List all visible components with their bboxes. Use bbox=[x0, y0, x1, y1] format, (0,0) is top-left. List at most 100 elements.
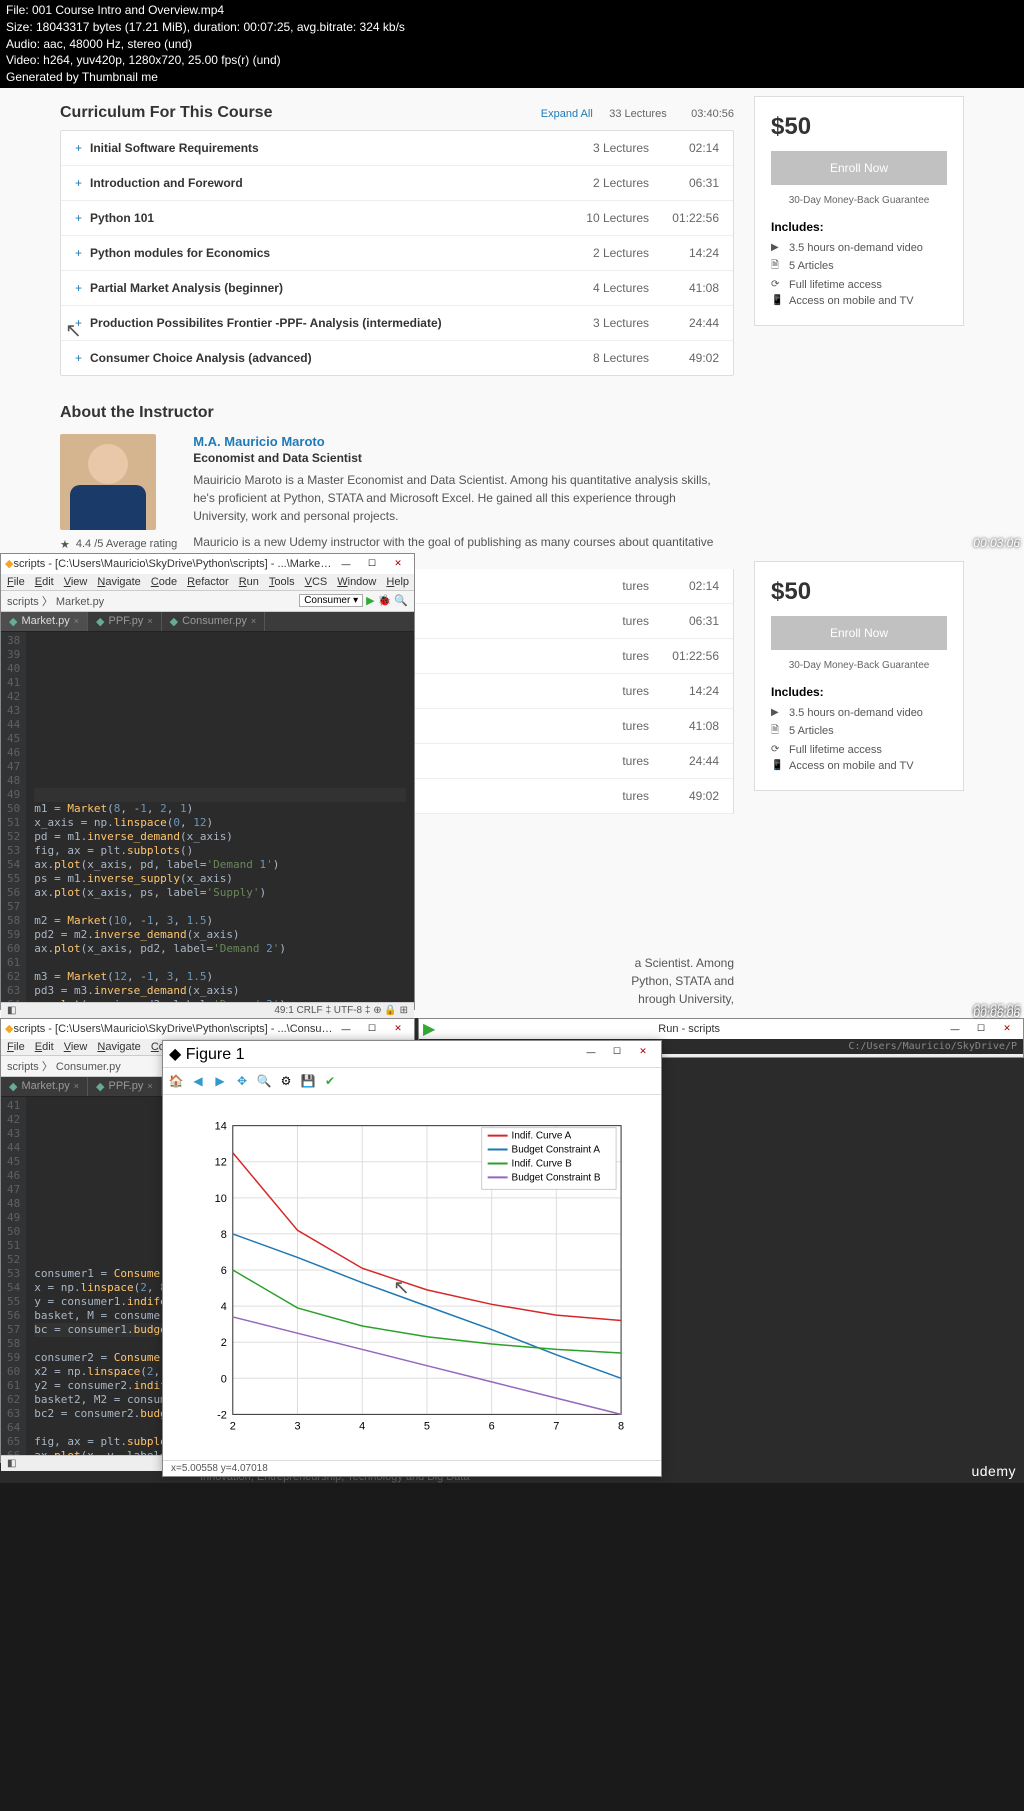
price-box: $50 Enroll Now 30-Day Money-Back Guarant… bbox=[754, 96, 964, 326]
svg-text:12: 12 bbox=[215, 1157, 227, 1169]
includes-heading: Includes: bbox=[771, 220, 947, 234]
include-icon: ⟳ bbox=[771, 744, 783, 755]
minimize-button[interactable]: — bbox=[334, 556, 358, 572]
maximize-button[interactable]: ☐ bbox=[969, 1021, 993, 1037]
instructor-bio-1: Mauiricio Maroto is a Master Economist a… bbox=[193, 471, 734, 525]
status-bar: ◧49:1 CRLF ‡ UTF-8 ‡ ⊕ 🔒 ⊞ bbox=[1, 1002, 414, 1018]
enroll-button[interactable]: Enroll Now bbox=[771, 151, 947, 185]
cursor-icon: ↖ bbox=[393, 1275, 410, 1300]
editor-tab[interactable]: ◆ Market.py × bbox=[1, 1077, 88, 1096]
editor-tab[interactable]: ◆ Consumer.py × bbox=[162, 612, 266, 631]
expand-icon[interactable]: + bbox=[75, 351, 82, 365]
expand-icon[interactable]: + bbox=[75, 246, 82, 260]
close-button[interactable]: ✕ bbox=[386, 556, 410, 572]
section-row[interactable]: + Introduction and Foreword 2 Lectures 0… bbox=[61, 166, 733, 201]
figure-coords: x=5.00558 y=4.07018 bbox=[163, 1460, 661, 1476]
menu-item[interactable]: Navigate bbox=[97, 576, 140, 588]
window-title: scripts - [C:\Users\Mauricio\SkyDrive\Py… bbox=[13, 558, 334, 570]
menu-item[interactable]: Window bbox=[337, 576, 376, 588]
close-tab-icon[interactable]: × bbox=[147, 616, 152, 626]
expand-icon[interactable]: + bbox=[75, 176, 82, 190]
expand-icon[interactable]: + bbox=[75, 281, 82, 295]
menu-item[interactable]: Run bbox=[239, 576, 259, 588]
close-tab-icon[interactable]: × bbox=[147, 1081, 152, 1091]
run-title: Run - scripts bbox=[658, 1023, 720, 1035]
svg-text:-2: -2 bbox=[217, 1409, 227, 1421]
run-icon[interactable]: ▶ bbox=[366, 594, 374, 607]
run-config-dropdown[interactable]: Consumer ▾ bbox=[299, 594, 363, 607]
include-icon: 🗎 bbox=[771, 723, 783, 740]
menu-item[interactable]: Refactor bbox=[187, 576, 229, 588]
svg-text:10: 10 bbox=[215, 1193, 227, 1205]
search-icon[interactable]: 🔍 bbox=[394, 594, 408, 607]
window-title: scripts - [C:\Users\Mauricio\SkyDrive\Py… bbox=[13, 1023, 334, 1035]
maximize-button[interactable]: ☐ bbox=[605, 1044, 629, 1060]
section-row[interactable]: + Partial Market Analysis (beginner) 4 L… bbox=[61, 271, 733, 306]
breadcrumb[interactable]: scripts 〉 Market.py bbox=[7, 593, 104, 609]
section-row[interactable]: + Python 101 10 Lectures 01:22:56 bbox=[61, 201, 733, 236]
close-tab-icon[interactable]: × bbox=[74, 1081, 79, 1091]
cursor-icon: ↖ bbox=[65, 318, 82, 343]
svg-text:8: 8 bbox=[618, 1420, 624, 1432]
configure-icon[interactable]: ⚙ bbox=[277, 1072, 295, 1090]
save-icon[interactable]: 💾 bbox=[299, 1072, 317, 1090]
menu-item[interactable]: File bbox=[7, 576, 25, 588]
video-timestamp: 00:06:06 bbox=[973, 1006, 1020, 1020]
svg-text:Budget Constraint B: Budget Constraint B bbox=[512, 1172, 601, 1183]
check-icon[interactable]: ✔ bbox=[321, 1072, 339, 1090]
back-icon[interactable]: ◀ bbox=[189, 1072, 207, 1090]
close-button[interactable]: ✕ bbox=[995, 1021, 1019, 1037]
menu-bar[interactable]: File Edit View Navigate Code Refactor Run Tools… bbox=[1, 574, 414, 590]
close-button[interactable]: ✕ bbox=[631, 1044, 655, 1060]
editor-tab[interactable]: ◆ PPF.py × bbox=[88, 612, 162, 631]
menu-item[interactable]: File bbox=[7, 1041, 25, 1053]
section-row[interactable]: + Initial Software Requirements 3 Lectur… bbox=[61, 131, 733, 166]
home-icon[interactable]: 🏠 bbox=[167, 1072, 185, 1090]
menu-item[interactable]: View bbox=[64, 576, 88, 588]
pan-icon[interactable]: ✥ bbox=[233, 1072, 251, 1090]
enroll-button[interactable]: Enroll Now bbox=[771, 616, 947, 650]
minimize-button[interactable]: — bbox=[334, 1021, 358, 1037]
include-icon: 📱 bbox=[771, 760, 783, 771]
forward-icon[interactable]: ▶ bbox=[211, 1072, 229, 1090]
debug-icon[interactable]: 🐞 bbox=[378, 594, 392, 607]
svg-text:3: 3 bbox=[294, 1420, 300, 1432]
matplotlib-figure-window[interactable]: ◆ Figure 1 — ☐ ✕ 🏠 ◀ ▶ ✥ 🔍 ⚙ 💾 ✔ 2345678… bbox=[162, 1040, 662, 1477]
expand-all-link[interactable]: Expand All bbox=[541, 108, 593, 120]
menu-item[interactable]: Edit bbox=[35, 1041, 54, 1053]
svg-text:4: 4 bbox=[359, 1420, 365, 1432]
menu-item[interactable]: Edit bbox=[35, 576, 54, 588]
section-row[interactable]: + Production Possibilites Frontier -PPF-… bbox=[61, 306, 733, 341]
maximize-button[interactable]: ☐ bbox=[360, 1021, 384, 1037]
section-row[interactable]: + Python modules for Economics 2 Lecture… bbox=[61, 236, 733, 271]
breadcrumb[interactable]: scripts 〉 Consumer.py bbox=[7, 1058, 121, 1074]
instructor-name-link[interactable]: M.A. Mauricio Maroto bbox=[193, 434, 734, 449]
minimize-button[interactable]: — bbox=[579, 1044, 603, 1060]
menu-item[interactable]: Tools bbox=[269, 576, 295, 588]
menu-item[interactable]: VCS bbox=[305, 576, 328, 588]
star-icon: ★ bbox=[60, 538, 70, 551]
expand-icon[interactable]: + bbox=[75, 211, 82, 225]
maximize-button[interactable]: ☐ bbox=[360, 556, 384, 572]
thumbnail-header: File: 001 Course Intro and Overview.mp4 … bbox=[0, 0, 1024, 88]
svg-text:Indif. Curve B: Indif. Curve B bbox=[512, 1158, 573, 1169]
close-button[interactable]: ✕ bbox=[386, 1021, 410, 1037]
menu-item[interactable]: View bbox=[64, 1041, 88, 1053]
menu-item[interactable]: Navigate bbox=[97, 1041, 140, 1053]
close-tab-icon[interactable]: × bbox=[74, 616, 79, 626]
zoom-icon[interactable]: 🔍 bbox=[255, 1072, 273, 1090]
include-item: ▶3.5 hours on-demand video bbox=[771, 240, 947, 256]
expand-icon[interactable]: + bbox=[75, 141, 82, 155]
run-icon: ▶ bbox=[423, 1019, 435, 1039]
section-row[interactable]: + Consumer Choice Analysis (advanced) 8 … bbox=[61, 341, 733, 375]
svg-text:6: 6 bbox=[489, 1420, 495, 1432]
menu-item[interactable]: Help bbox=[386, 576, 409, 588]
editor-tab[interactable]: ◆ PPF.py × bbox=[88, 1077, 162, 1096]
editor-tab[interactable]: ◆ Market.py × bbox=[1, 612, 88, 631]
menu-item[interactable]: Code bbox=[151, 576, 177, 588]
figure-icon: ◆ bbox=[169, 1046, 181, 1063]
pycharm-icon: ◆ bbox=[5, 557, 13, 570]
close-tab-icon[interactable]: × bbox=[251, 616, 256, 626]
pycharm-window-market[interactable]: ◆ scripts - [C:\Users\Mauricio\SkyDrive\… bbox=[0, 553, 415, 1010]
minimize-button[interactable]: — bbox=[943, 1021, 967, 1037]
